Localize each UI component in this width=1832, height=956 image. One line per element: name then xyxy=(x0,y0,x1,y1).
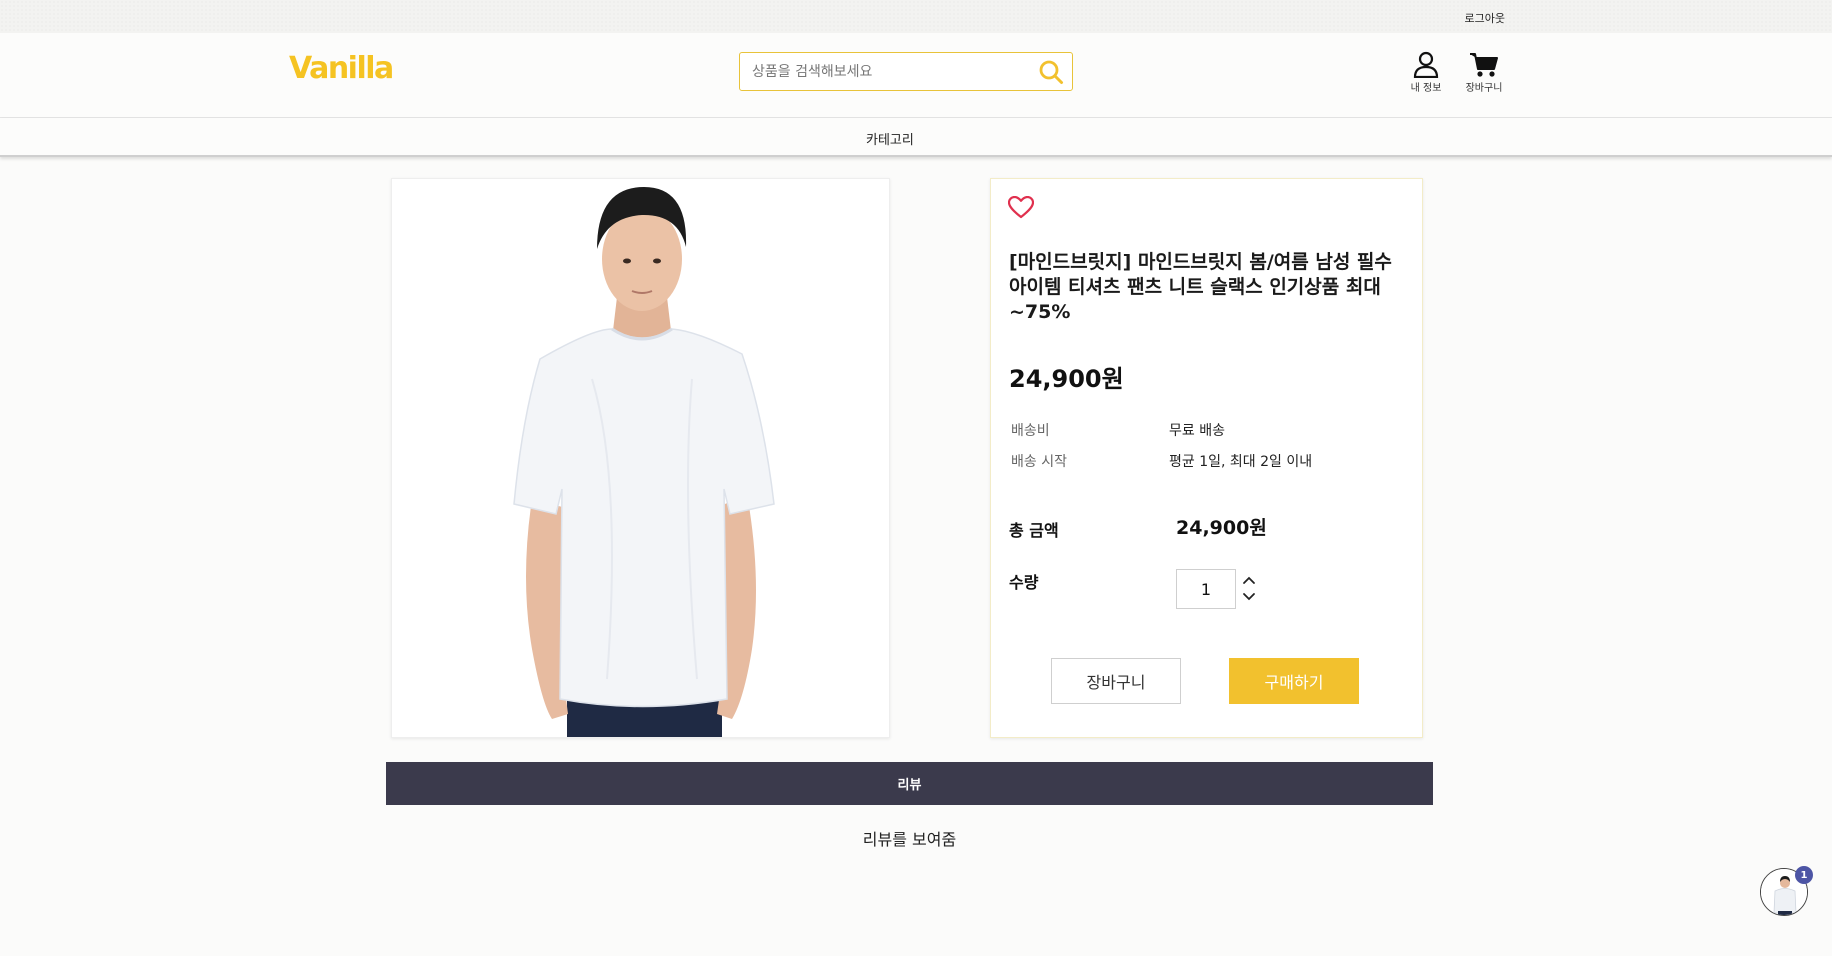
shipping-start-label: 배송 시작 xyxy=(1011,454,1067,470)
my-info-label: 내 정보 xyxy=(1410,83,1442,94)
total-value: 24,900원 xyxy=(1176,517,1267,539)
cart-icon xyxy=(1470,53,1498,77)
cart-label: 장바구니 xyxy=(1465,83,1503,94)
chevron-up-icon xyxy=(1243,576,1255,584)
search-box xyxy=(739,52,1073,91)
logout-link[interactable]: 로그아웃 xyxy=(1465,10,1505,26)
total-label: 총 금액 xyxy=(1009,521,1059,540)
shipping-fee-label: 배송비 xyxy=(1011,423,1050,439)
cart-button[interactable]: 장바구니 xyxy=(1458,51,1510,94)
search-input[interactable] xyxy=(752,61,1022,83)
add-to-cart-button[interactable]: 장바구니 xyxy=(1051,658,1181,704)
user-icon xyxy=(1413,51,1439,78)
shipping-start-value: 평균 1일, 최대 2일 이내 xyxy=(1169,454,1313,470)
top-utility-bar: 로그아웃 xyxy=(0,0,1832,33)
quantity-label: 수량 xyxy=(1009,573,1039,592)
heart-icon[interactable] xyxy=(1008,196,1034,220)
search-icon[interactable] xyxy=(1038,59,1064,85)
brand-logo[interactable]: Vanilla xyxy=(289,51,394,86)
quantity-stepper[interactable] xyxy=(1241,573,1257,605)
shipping-fee-value: 무료 배송 xyxy=(1169,423,1225,439)
product-title: [마인드브릿지] 마인드브릿지 봄/여름 남성 필수아이템 티셔츠 팬츠 니트 … xyxy=(1009,251,1392,323)
review-content: 리뷰를 보여줌 xyxy=(862,830,957,849)
quantity-input[interactable] xyxy=(1176,569,1236,609)
recent-count-badge: 1 xyxy=(1795,866,1813,884)
my-info-button[interactable]: 내 정보 xyxy=(1400,51,1452,94)
product-info-card: [마인드브릿지] 마인드브릿지 봄/여름 남성 필수아이템 티셔츠 팬츠 니트 … xyxy=(990,178,1423,738)
buy-now-button[interactable]: 구매하기 xyxy=(1229,658,1359,704)
product-image-card xyxy=(391,178,890,738)
site-header: Vanilla 내 정보 장바구니 xyxy=(0,33,1832,118)
category-nav: 카테고리 xyxy=(0,118,1832,157)
product-price: 24,900원 xyxy=(1009,365,1124,393)
nav-item-category[interactable]: 카테고리 xyxy=(866,129,914,148)
product-image xyxy=(392,179,889,737)
review-tab[interactable]: 리뷰 xyxy=(386,762,1433,805)
chevron-down-icon xyxy=(1243,593,1255,601)
